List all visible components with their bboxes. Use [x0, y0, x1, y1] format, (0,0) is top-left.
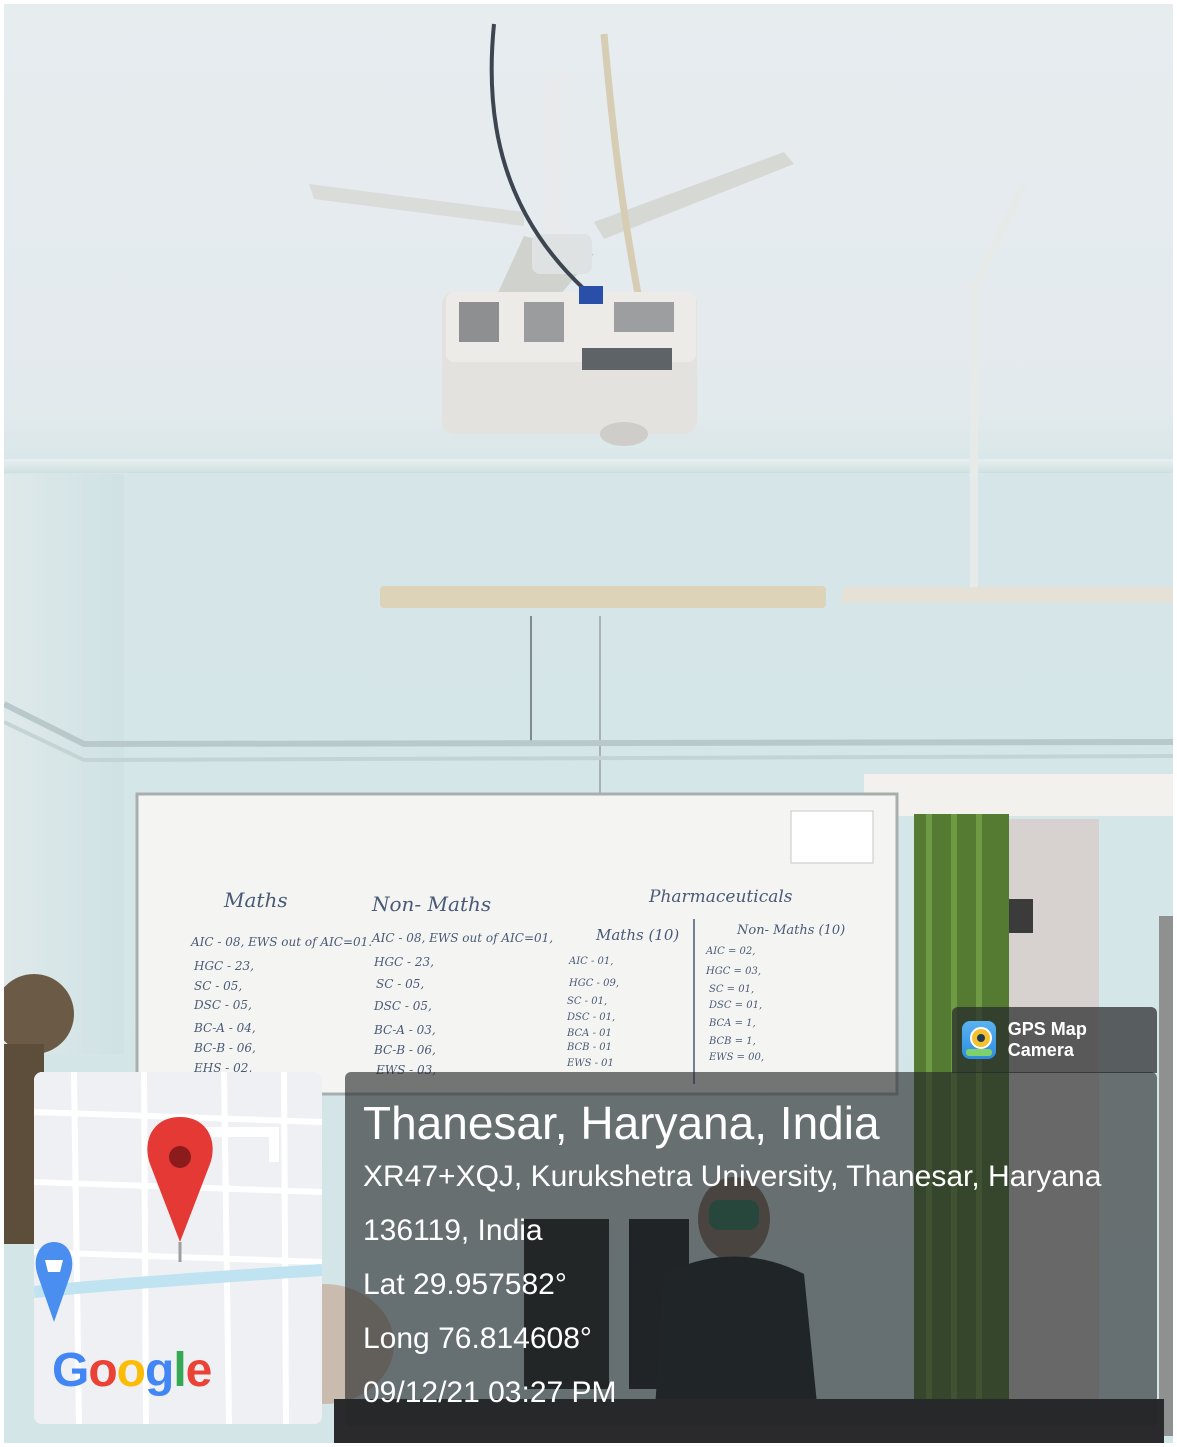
wb-col4-row: BCA = 1, [708, 1018, 756, 1029]
wb-col3-row: SC - 01, [567, 996, 607, 1007]
wb-col3-row: BCA - 01 [566, 1028, 612, 1039]
wb-heading-pharma: Pharmaceuticals [648, 887, 793, 907]
gps-map-camera-icon [962, 1021, 996, 1059]
wb-col3-row: DSC - 01, [566, 1012, 615, 1023]
wb-col4-row: HGC = 03, [705, 966, 761, 977]
wb-col1-row: SC - 05, [194, 979, 242, 993]
photo-frame: Maths Non- Maths Pharmaceuticals Maths (… [4, 4, 1173, 1443]
wb-col4-row: BCB = 1, [708, 1036, 756, 1047]
wb-heading-maths: Maths [223, 888, 288, 912]
wb-col2-row: BC-B - 06, [373, 1043, 436, 1057]
wb-col1-row: DSC - 05, [193, 998, 252, 1012]
wb-col3-row: AIC - 01, [568, 956, 613, 967]
wb-col1-row: BC-A - 04, [193, 1021, 256, 1035]
address-line2: 136119, India [363, 1214, 543, 1247]
wb-col2-row: AIC - 08, EWS out of AIC=01, [371, 931, 553, 945]
wb-heading-maths10: Maths (10) [595, 926, 679, 944]
wb-col2-row: BC-A - 03, [373, 1023, 436, 1037]
projection-screen-left [380, 586, 826, 608]
wb-col4-row: DSC = 01, [708, 1000, 762, 1011]
wb-heading-nonmaths10: Non- Maths (10) [736, 923, 845, 938]
latitude: Lat 29.957582° [363, 1268, 567, 1301]
wb-col1-row: BC-B - 06, [193, 1041, 256, 1055]
wb-col4-row: AIC = 02, [705, 946, 755, 957]
address-line1: XR47+XQJ, Kurukshetra University, Thanes… [363, 1160, 1102, 1193]
wb-col2-row: DSC - 05, [373, 999, 432, 1013]
wb-col2-row: HGC - 23, [373, 955, 434, 969]
google-logo: Google [52, 1344, 212, 1397]
projection-screen-right [842, 587, 1173, 603]
longitude: Long 76.814608° [363, 1322, 592, 1355]
map-thumbnail: Google [34, 1072, 322, 1424]
wb-col4-row: EWS = 00, [708, 1052, 764, 1063]
wb-col3-row: EWS - 01 [566, 1058, 614, 1069]
wb-col2-row: SC - 05, [376, 977, 424, 991]
badge-label: GPS Map Camera [1007, 1019, 1087, 1060]
door-frame [864, 774, 1173, 816]
wb-col3-row: BCB - 01 [566, 1042, 612, 1053]
wb-col4-row: SC = 01, [709, 984, 754, 995]
projector [442, 286, 697, 446]
gps-map-camera-badge: GPS Map Camera [952, 1007, 1157, 1073]
wb-col1-row: HGC - 23, [193, 959, 254, 973]
location-info-panel: Thanesar, Haryana, India XR47+XQJ, Kuruk… [345, 1072, 1157, 1426]
decorative-statue [4, 974, 74, 1054]
timestamp: 09/12/21 03:27 PM [363, 1376, 617, 1409]
wb-col1-row: AIC - 08, EWS out of AIC=01. [190, 935, 372, 949]
wb-col3-row: HGC - 09, [568, 978, 619, 989]
wb-heading-nonmaths: Non- Maths [371, 892, 491, 916]
location-title: Thanesar, Haryana, India [363, 1097, 880, 1149]
